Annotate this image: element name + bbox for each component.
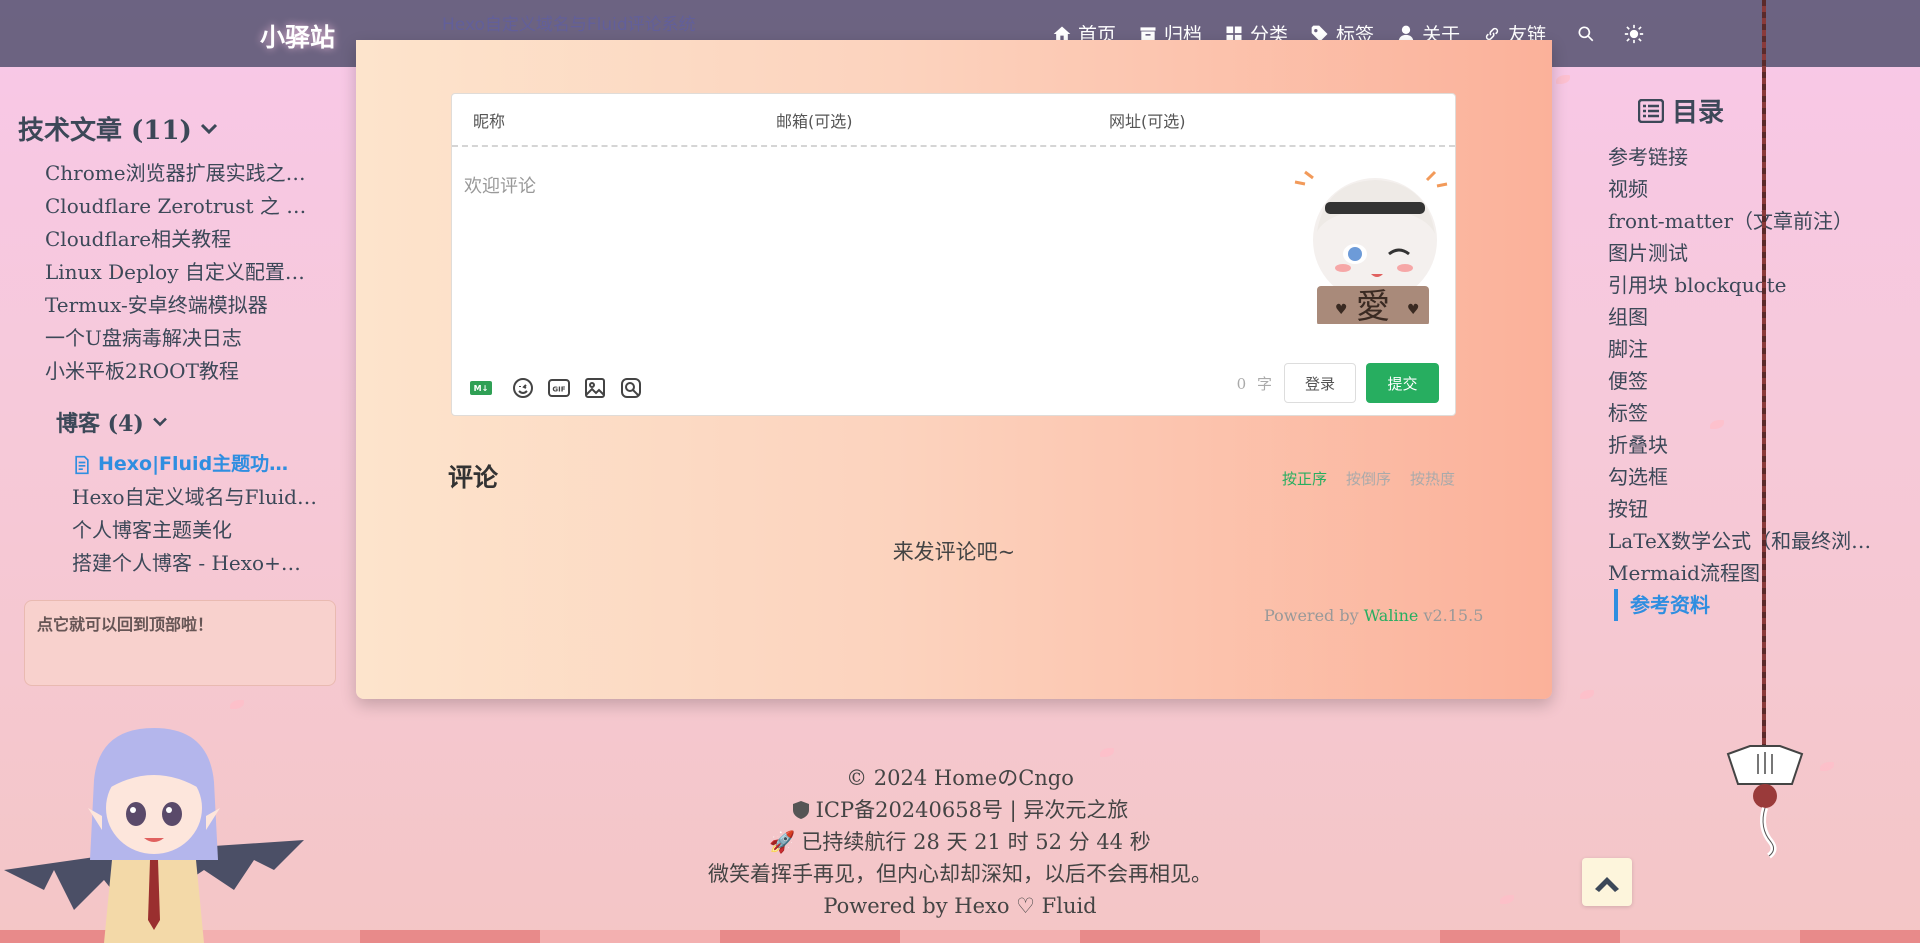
toc-item[interactable]: Mermaid流程图 <box>1608 557 1880 589</box>
login-button[interactable]: 登录 <box>1284 363 1356 403</box>
category-list: Chrome浏览器扩展实践之Chrome插件开发 Cloudflare Zero… <box>18 157 338 388</box>
empty-comments-message: 来发评论吧~ <box>892 540 1016 564</box>
category-link[interactable]: 小米平板2ROOT教程 <box>18 355 308 388</box>
gif-button[interactable]: GIF <box>546 375 572 401</box>
word-count: 0 字 <box>1237 373 1272 394</box>
markdown-badge[interactable]: M↓ <box>470 381 492 395</box>
subcategory-link-active[interactable]: Hexo|Fluid主题功能测试 <box>18 448 318 481</box>
search-icon <box>1578 26 1594 41</box>
sort-asc[interactable]: 按正序 <box>1282 468 1327 489</box>
emoji-icon <box>513 378 533 398</box>
toc-list: 参考链接 视频 front-matter（文章前注） 图片测试 引用块 bloc… <box>1608 141 1880 621</box>
category-link[interactable]: Chrome浏览器扩展实践之Chrome插件开发 <box>18 157 308 190</box>
sun-icon <box>1624 24 1644 43</box>
preview-button[interactable] <box>618 375 644 401</box>
subcategory-link-label: Hexo|Fluid主题功能测试 <box>98 453 303 475</box>
category-link[interactable]: Cloudflare相关教程 <box>18 223 308 256</box>
petal-decoration <box>230 700 244 709</box>
category-link[interactable]: Linux Deploy 自定义配置 Ubuntu <box>18 256 308 289</box>
subcategory-title[interactable]: 博客 (4) <box>18 406 338 438</box>
site-brand[interactable]: 小驿站 <box>260 18 335 54</box>
shield-icon <box>792 801 809 819</box>
toc-item[interactable]: 勾选框 <box>1608 461 1880 493</box>
image-upload-button[interactable] <box>582 375 608 401</box>
toc-title: 目录 <box>1608 92 1880 129</box>
chevron-up-icon <box>1595 877 1619 892</box>
toc-item-active[interactable]: 参考资料 <box>1614 589 1886 621</box>
toc-item[interactable]: 图片测试 <box>1608 237 1880 269</box>
toc-item[interactable]: 便签 <box>1608 365 1880 397</box>
petal-decoration <box>1556 75 1570 84</box>
submit-button[interactable]: 提交 <box>1366 363 1439 403</box>
svg-text:♥: ♥ <box>1335 302 1348 318</box>
mail-field[interactable]: 邮箱(可选) <box>776 108 1109 132</box>
toc-item[interactable]: 按钮 <box>1608 493 1880 525</box>
toc-item[interactable]: LaTeX数学公式（和最终浏览效果） <box>1608 525 1880 557</box>
preview-icon <box>621 378 641 398</box>
toc-item[interactable]: 参考链接 <box>1608 141 1880 173</box>
category-title[interactable]: 技术文章 (11) <box>18 110 338 147</box>
sort-hot[interactable]: 按热度 <box>1410 468 1455 489</box>
comment-header-fields: 昵称 邮箱(可选) 网址(可选) <box>452 94 1455 147</box>
word-count-unit: 字 <box>1256 374 1272 393</box>
toc-item[interactable]: 脚注 <box>1608 333 1880 365</box>
svg-text:愛: 愛 <box>1356 287 1390 324</box>
category-link[interactable]: Termux-安卓终端模拟器 <box>18 289 308 322</box>
toc-item[interactable]: 标签 <box>1608 397 1880 429</box>
image-icon <box>585 378 605 398</box>
gif-icon: GIF <box>548 379 570 397</box>
category-title-label: 技术文章 (11) <box>18 116 192 146</box>
chevron-down-icon <box>200 123 217 134</box>
article-title-ghost: Hexo自定义域名与Fluid评论系统 <box>442 15 696 35</box>
toc-item[interactable]: 视频 <box>1608 173 1880 205</box>
svg-text:GIF: GIF <box>552 386 565 394</box>
nick-field[interactable]: 昵称 <box>452 108 776 132</box>
back-to-top-button[interactable] <box>1582 858 1632 906</box>
sort-desc[interactable]: 按倒序 <box>1346 468 1391 489</box>
subcategory-link[interactable]: 个人博客主题美化 <box>18 514 318 547</box>
chevron-down-icon <box>152 417 167 427</box>
subcategory-list: Hexo|Fluid主题功能测试 Hexo自定义域名与Fluid评论系统 个人博… <box>18 448 338 580</box>
table-of-contents: 目录 参考链接 视频 front-matter（文章前注） 图片测试 引用块 b… <box>1608 92 1880 621</box>
word-count-value: 0 <box>1236 374 1247 393</box>
category-link[interactable]: Cloudflare Zerotrust 之 WARP <box>18 190 308 223</box>
waline-link[interactable]: Waline <box>1364 606 1419 625</box>
waline-powered: Powered by Waline v2.15.5 <box>1264 606 1483 625</box>
editor-actions: 0 字 登录 提交 <box>1237 363 1439 403</box>
document-icon <box>75 455 89 474</box>
subcategory-title-label: 博客 (4) <box>56 411 144 437</box>
waline-version: v2.15.5 <box>1423 606 1484 625</box>
search-button[interactable] <box>1576 24 1596 44</box>
mascot-character-image[interactable] <box>4 720 314 943</box>
category-sidebar: 技术文章 (11) Chrome浏览器扩展实践之Chrome插件开发 Cloud… <box>18 110 338 580</box>
footer-runtime-text: 已持续航行 28 天 21 时 52 分 44 秒 <box>801 830 1151 854</box>
comment-sort-bar: 按正序 按倒序 按热度 <box>1282 468 1455 489</box>
theme-toggle-button[interactable] <box>1624 24 1644 44</box>
petal-decoration <box>1100 748 1114 757</box>
footer-icp-text[interactable]: ICP备20240658号 | 异次元之旅 <box>816 794 1129 826</box>
comment-editor: 昵称 邮箱(可选) 网址(可选) 欢迎评论 愛 ♥ ♥ M↓ GIF 0 字 登… <box>451 93 1456 416</box>
category-link[interactable]: 一个U盘病毒解决日志 <box>18 322 308 355</box>
toc-item[interactable]: 折叠块 <box>1608 429 1880 461</box>
svg-text:♥: ♥ <box>1407 302 1420 318</box>
subcategory-link[interactable]: 搭建个人博客 - Hexo+Matery <box>18 547 318 580</box>
rocket-icon: 🚀 <box>769 830 796 854</box>
hanging-rope <box>1762 0 1766 750</box>
comment-textarea[interactable]: 欢迎评论 <box>464 172 536 198</box>
subcategory-link[interactable]: Hexo自定义域名与Fluid评论系统 <box>18 481 318 514</box>
main-card: 昵称 邮箱(可选) 网址(可选) 欢迎评论 愛 ♥ ♥ M↓ GIF 0 字 登… <box>356 40 1552 699</box>
toc-item[interactable]: 引用块 blockquote <box>1608 269 1880 301</box>
powered-prefix: Powered by <box>1264 606 1359 625</box>
emoji-button[interactable] <box>510 375 536 401</box>
toc-item[interactable]: 组图 <box>1608 301 1880 333</box>
editor-toolbar: M↓ GIF <box>470 375 644 401</box>
link-field[interactable]: 网址(可选) <box>1109 108 1439 132</box>
toc-title-label: 目录 <box>1672 98 1725 128</box>
list-icon <box>1638 98 1664 123</box>
anime-sticker-image: 愛 ♥ ♥ <box>1294 170 1448 324</box>
petal-decoration <box>1580 690 1594 699</box>
toc-item[interactable]: front-matter（文章前注） <box>1608 205 1880 237</box>
back-to-top-tip: 点它就可以回到顶部啦！ <box>24 600 336 686</box>
comments-title: 评论 <box>448 463 499 492</box>
